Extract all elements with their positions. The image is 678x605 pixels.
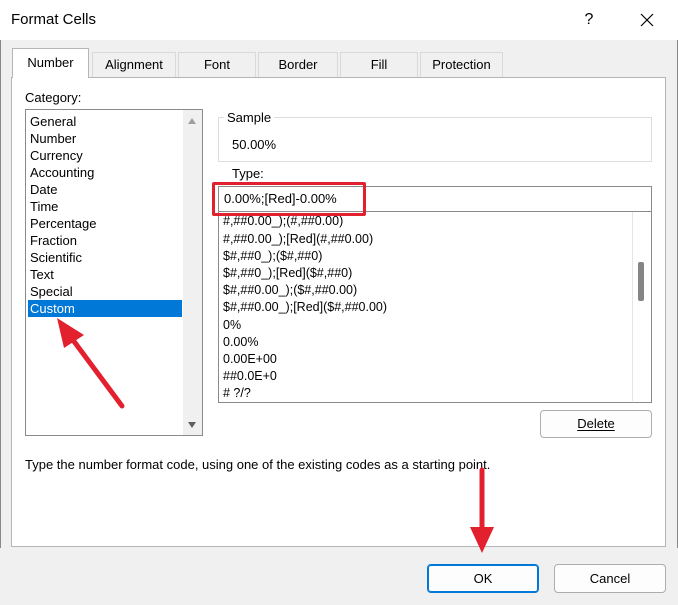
format-item[interactable]: $#,##0_);($#,##0) bbox=[223, 248, 322, 265]
delete-button-label: Delete bbox=[577, 416, 615, 431]
hint-text: Type the number format code, using one o… bbox=[25, 457, 491, 472]
tab-font[interactable]: Font bbox=[178, 52, 256, 77]
category-item[interactable]: Special bbox=[28, 283, 182, 300]
scrollbar-divider bbox=[632, 212, 633, 401]
help-button[interactable]: ? bbox=[574, 6, 604, 34]
format-item[interactable]: 0% bbox=[223, 317, 241, 334]
format-item[interactable]: $#,##0.00_);[Red]($#,##0.00) bbox=[223, 299, 387, 316]
tab-number[interactable]: Number bbox=[12, 48, 89, 78]
tab-protection[interactable]: Protection bbox=[420, 52, 503, 77]
sample-label: Sample bbox=[224, 110, 275, 125]
scroll-up-icon[interactable] bbox=[188, 118, 196, 124]
category-item[interactable]: Time bbox=[28, 198, 182, 215]
tab-fill[interactable]: Fill bbox=[340, 52, 418, 77]
category-item[interactable]: Scientific bbox=[28, 249, 182, 266]
format-item[interactable]: 0.00E+00 bbox=[223, 351, 277, 368]
format-listbox[interactable]: #,##0.00_);(#,##0.00) #,##0.00_);[Red](#… bbox=[218, 212, 652, 403]
category-item[interactable]: Number bbox=[28, 130, 182, 147]
category-item[interactable]: General bbox=[28, 113, 182, 130]
close-icon bbox=[640, 13, 654, 27]
category-item[interactable]: Fraction bbox=[28, 232, 182, 249]
category-scrollbar[interactable] bbox=[183, 110, 202, 435]
type-label: Type: bbox=[232, 166, 264, 181]
format-item[interactable]: # ?/? bbox=[223, 385, 251, 402]
format-item[interactable]: #,##0.00_);[Red](#,##0.00) bbox=[223, 231, 373, 248]
delete-button[interactable]: Delete bbox=[540, 410, 652, 438]
format-item[interactable]: $#,##0_);[Red]($#,##0) bbox=[223, 265, 352, 282]
category-label: Category: bbox=[25, 90, 82, 105]
category-listbox[interactable]: General Number Currency Accounting Date … bbox=[25, 109, 203, 436]
tab-alignment[interactable]: Alignment bbox=[92, 52, 176, 77]
format-item[interactable]: $#,##0.00_);($#,##0.00) bbox=[223, 282, 357, 299]
close-button[interactable] bbox=[630, 6, 664, 34]
category-item-selected[interactable]: Custom bbox=[28, 300, 182, 317]
category-item[interactable]: Currency bbox=[28, 147, 182, 164]
ok-button[interactable]: OK bbox=[427, 564, 539, 593]
category-item[interactable]: Percentage bbox=[28, 215, 182, 232]
format-item[interactable]: 0.00% bbox=[223, 334, 258, 351]
tab-border[interactable]: Border bbox=[258, 52, 338, 77]
category-item[interactable]: Text bbox=[28, 266, 182, 283]
annotation-highlight-box bbox=[212, 182, 366, 216]
dialog-title: Format Cells bbox=[11, 11, 97, 28]
cancel-button[interactable]: Cancel bbox=[554, 564, 666, 593]
format-scroll-thumb[interactable] bbox=[638, 262, 644, 301]
category-item[interactable]: Date bbox=[28, 181, 182, 198]
format-item[interactable]: ##0.0E+0 bbox=[223, 368, 277, 385]
sample-group bbox=[218, 117, 652, 162]
category-item[interactable]: Accounting bbox=[28, 164, 182, 181]
sample-value: 50.00% bbox=[232, 137, 277, 152]
scroll-down-icon[interactable] bbox=[188, 422, 196, 428]
